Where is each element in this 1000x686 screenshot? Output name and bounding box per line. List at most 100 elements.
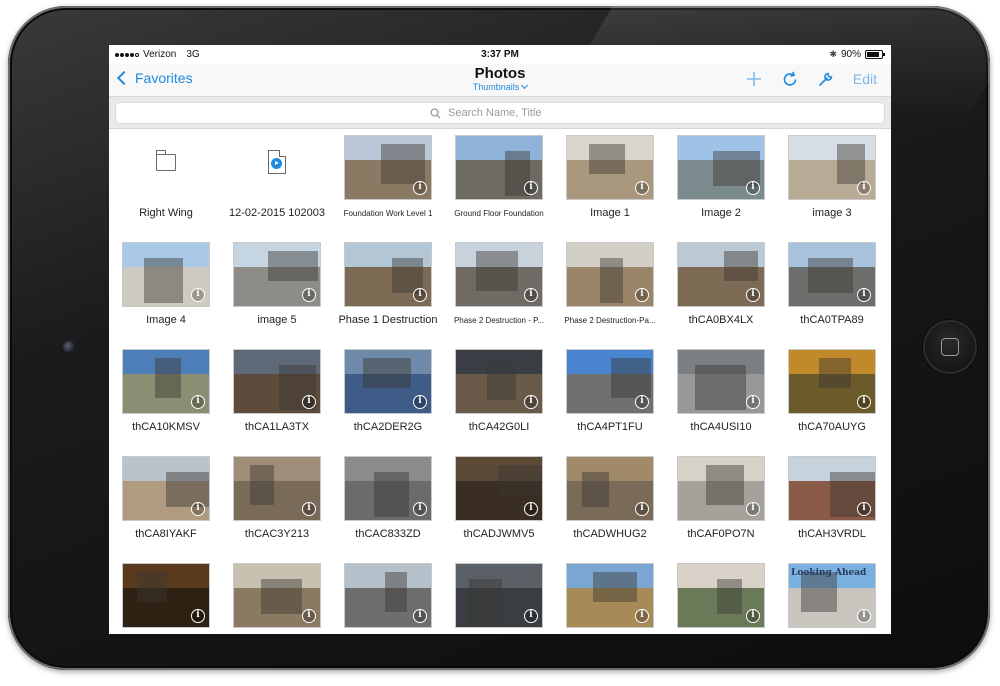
- photo-thumbnail[interactable]: i: [788, 135, 876, 200]
- info-icon[interactable]: i: [413, 395, 427, 409]
- photo-thumbnail[interactable]: i: [566, 242, 654, 307]
- photo-tile[interactable]: i: [671, 557, 771, 634]
- info-icon[interactable]: i: [635, 609, 649, 623]
- photo-thumbnail[interactable]: i: [122, 242, 210, 307]
- photo-tile[interactable]: i thCA10KMSV: [116, 343, 216, 443]
- info-icon[interactable]: i: [746, 502, 760, 516]
- photo-thumbnail[interactable]: i: [677, 563, 765, 628]
- info-icon[interactable]: i: [524, 288, 538, 302]
- photo-thumbnail[interactable]: i: [233, 563, 321, 628]
- info-icon[interactable]: i: [302, 288, 316, 302]
- photo-tile[interactable]: i thCA4PT1FU: [560, 343, 660, 443]
- photo-thumbnail[interactable]: i: [455, 349, 543, 414]
- photo-tile[interactable]: Looking Ahead i: [782, 557, 882, 634]
- photo-thumbnail[interactable]: i: [344, 563, 432, 628]
- info-icon[interactable]: i: [413, 181, 427, 195]
- photo-thumbnail[interactable]: i: [566, 135, 654, 200]
- search-field[interactable]: [115, 102, 885, 124]
- video-tile[interactable]: 12-02-2015 102003: [227, 129, 327, 229]
- info-icon[interactable]: i: [302, 502, 316, 516]
- info-icon[interactable]: i: [413, 502, 427, 516]
- photo-thumbnail[interactable]: i: [122, 456, 210, 521]
- photo-thumbnail[interactable]: i: [566, 349, 654, 414]
- info-icon[interactable]: i: [857, 181, 871, 195]
- photo-tile[interactable]: i image 3: [782, 129, 882, 229]
- info-icon[interactable]: i: [302, 609, 316, 623]
- photo-tile[interactable]: i Phase 2 Destruction - P...: [449, 236, 549, 336]
- refresh-icon[interactable]: [781, 70, 799, 88]
- photo-thumbnail[interactable]: Looking Ahead i: [788, 563, 876, 628]
- photo-thumbnail[interactable]: i: [122, 563, 210, 628]
- photo-tile[interactable]: i thCA0BX4LX: [671, 236, 771, 336]
- photo-thumbnail[interactable]: i: [788, 349, 876, 414]
- wrench-icon[interactable]: [817, 70, 835, 88]
- search-input[interactable]: [446, 106, 570, 120]
- photo-tile[interactable]: i thCAC3Y213: [227, 450, 327, 550]
- photo-tile[interactable]: i image 5: [227, 236, 327, 336]
- photo-tile[interactable]: i: [227, 557, 327, 634]
- photo-thumbnail[interactable]: i: [788, 456, 876, 521]
- edit-button[interactable]: Edit: [853, 71, 877, 87]
- photo-tile[interactable]: i Image 1: [560, 129, 660, 229]
- photo-tile[interactable]: i Ground Floor Foundation: [449, 129, 549, 229]
- photo-tile[interactable]: i thCA4USI10: [671, 343, 771, 443]
- info-icon[interactable]: i: [746, 181, 760, 195]
- photo-tile[interactable]: i thCA0TPA89: [782, 236, 882, 336]
- info-icon[interactable]: i: [635, 502, 649, 516]
- photo-thumbnail[interactable]: i: [233, 242, 321, 307]
- photo-thumbnail[interactable]: i: [455, 456, 543, 521]
- photo-tile[interactable]: i thCA8IYAKF: [116, 450, 216, 550]
- photo-tile[interactable]: i Image 4: [116, 236, 216, 336]
- photo-tile[interactable]: i thCA1LA3TX: [227, 343, 327, 443]
- photo-tile[interactable]: i: [338, 557, 438, 634]
- photo-tile[interactable]: i thCA2DER2G: [338, 343, 438, 443]
- info-icon[interactable]: i: [413, 288, 427, 302]
- photo-thumbnail[interactable]: i: [677, 135, 765, 200]
- info-icon[interactable]: i: [635, 395, 649, 409]
- photo-thumbnail[interactable]: i: [344, 242, 432, 307]
- photo-thumbnail[interactable]: i: [233, 349, 321, 414]
- photo-tile[interactable]: i: [449, 557, 549, 634]
- info-icon[interactable]: i: [413, 609, 427, 623]
- photo-thumbnail[interactable]: i: [677, 349, 765, 414]
- info-icon[interactable]: i: [857, 609, 871, 623]
- photo-tile[interactable]: i Phase 1 Destruction: [338, 236, 438, 336]
- info-icon[interactable]: i: [746, 609, 760, 623]
- photo-tile[interactable]: i thCA42G0LI: [449, 343, 549, 443]
- info-icon[interactable]: i: [302, 395, 316, 409]
- info-icon[interactable]: i: [857, 288, 871, 302]
- photo-thumbnail[interactable]: i: [233, 456, 321, 521]
- photo-tile[interactable]: i thCAC833ZD: [338, 450, 438, 550]
- info-icon[interactable]: i: [524, 181, 538, 195]
- info-icon[interactable]: i: [746, 288, 760, 302]
- photo-tile[interactable]: i Phase 2 Destruction-Pa...: [560, 236, 660, 336]
- photo-tile[interactable]: i thCA70AUYG: [782, 343, 882, 443]
- photo-tile[interactable]: i thCADWHUG2: [560, 450, 660, 550]
- info-icon[interactable]: i: [191, 609, 205, 623]
- photo-thumbnail[interactable]: i: [344, 456, 432, 521]
- home-button[interactable]: [925, 322, 975, 372]
- photo-tile[interactable]: i Foundation Work Level 1: [338, 129, 438, 229]
- info-icon[interactable]: i: [635, 288, 649, 302]
- photo-thumbnail[interactable]: i: [455, 135, 543, 200]
- photo-thumbnail[interactable]: i: [455, 563, 543, 628]
- photo-thumbnail[interactable]: i: [344, 349, 432, 414]
- photo-tile[interactable]: i: [116, 557, 216, 634]
- info-icon[interactable]: i: [746, 395, 760, 409]
- photo-thumbnail[interactable]: i: [455, 242, 543, 307]
- photo-thumbnail[interactable]: i: [677, 242, 765, 307]
- info-icon[interactable]: i: [857, 502, 871, 516]
- photo-tile[interactable]: i Image 2: [671, 129, 771, 229]
- photo-thumbnail[interactable]: i: [788, 242, 876, 307]
- folder-tile[interactable]: Right Wing: [116, 129, 216, 229]
- info-icon[interactable]: i: [191, 395, 205, 409]
- photo-thumbnail[interactable]: i: [122, 349, 210, 414]
- info-icon[interactable]: i: [191, 288, 205, 302]
- photo-tile[interactable]: i thCAF0PO7N: [671, 450, 771, 550]
- photo-thumbnail[interactable]: i: [677, 456, 765, 521]
- info-icon[interactable]: i: [524, 502, 538, 516]
- photo-tile[interactable]: i: [560, 557, 660, 634]
- info-icon[interactable]: i: [635, 181, 649, 195]
- photo-thumbnail[interactable]: i: [344, 135, 432, 200]
- info-icon[interactable]: i: [857, 395, 871, 409]
